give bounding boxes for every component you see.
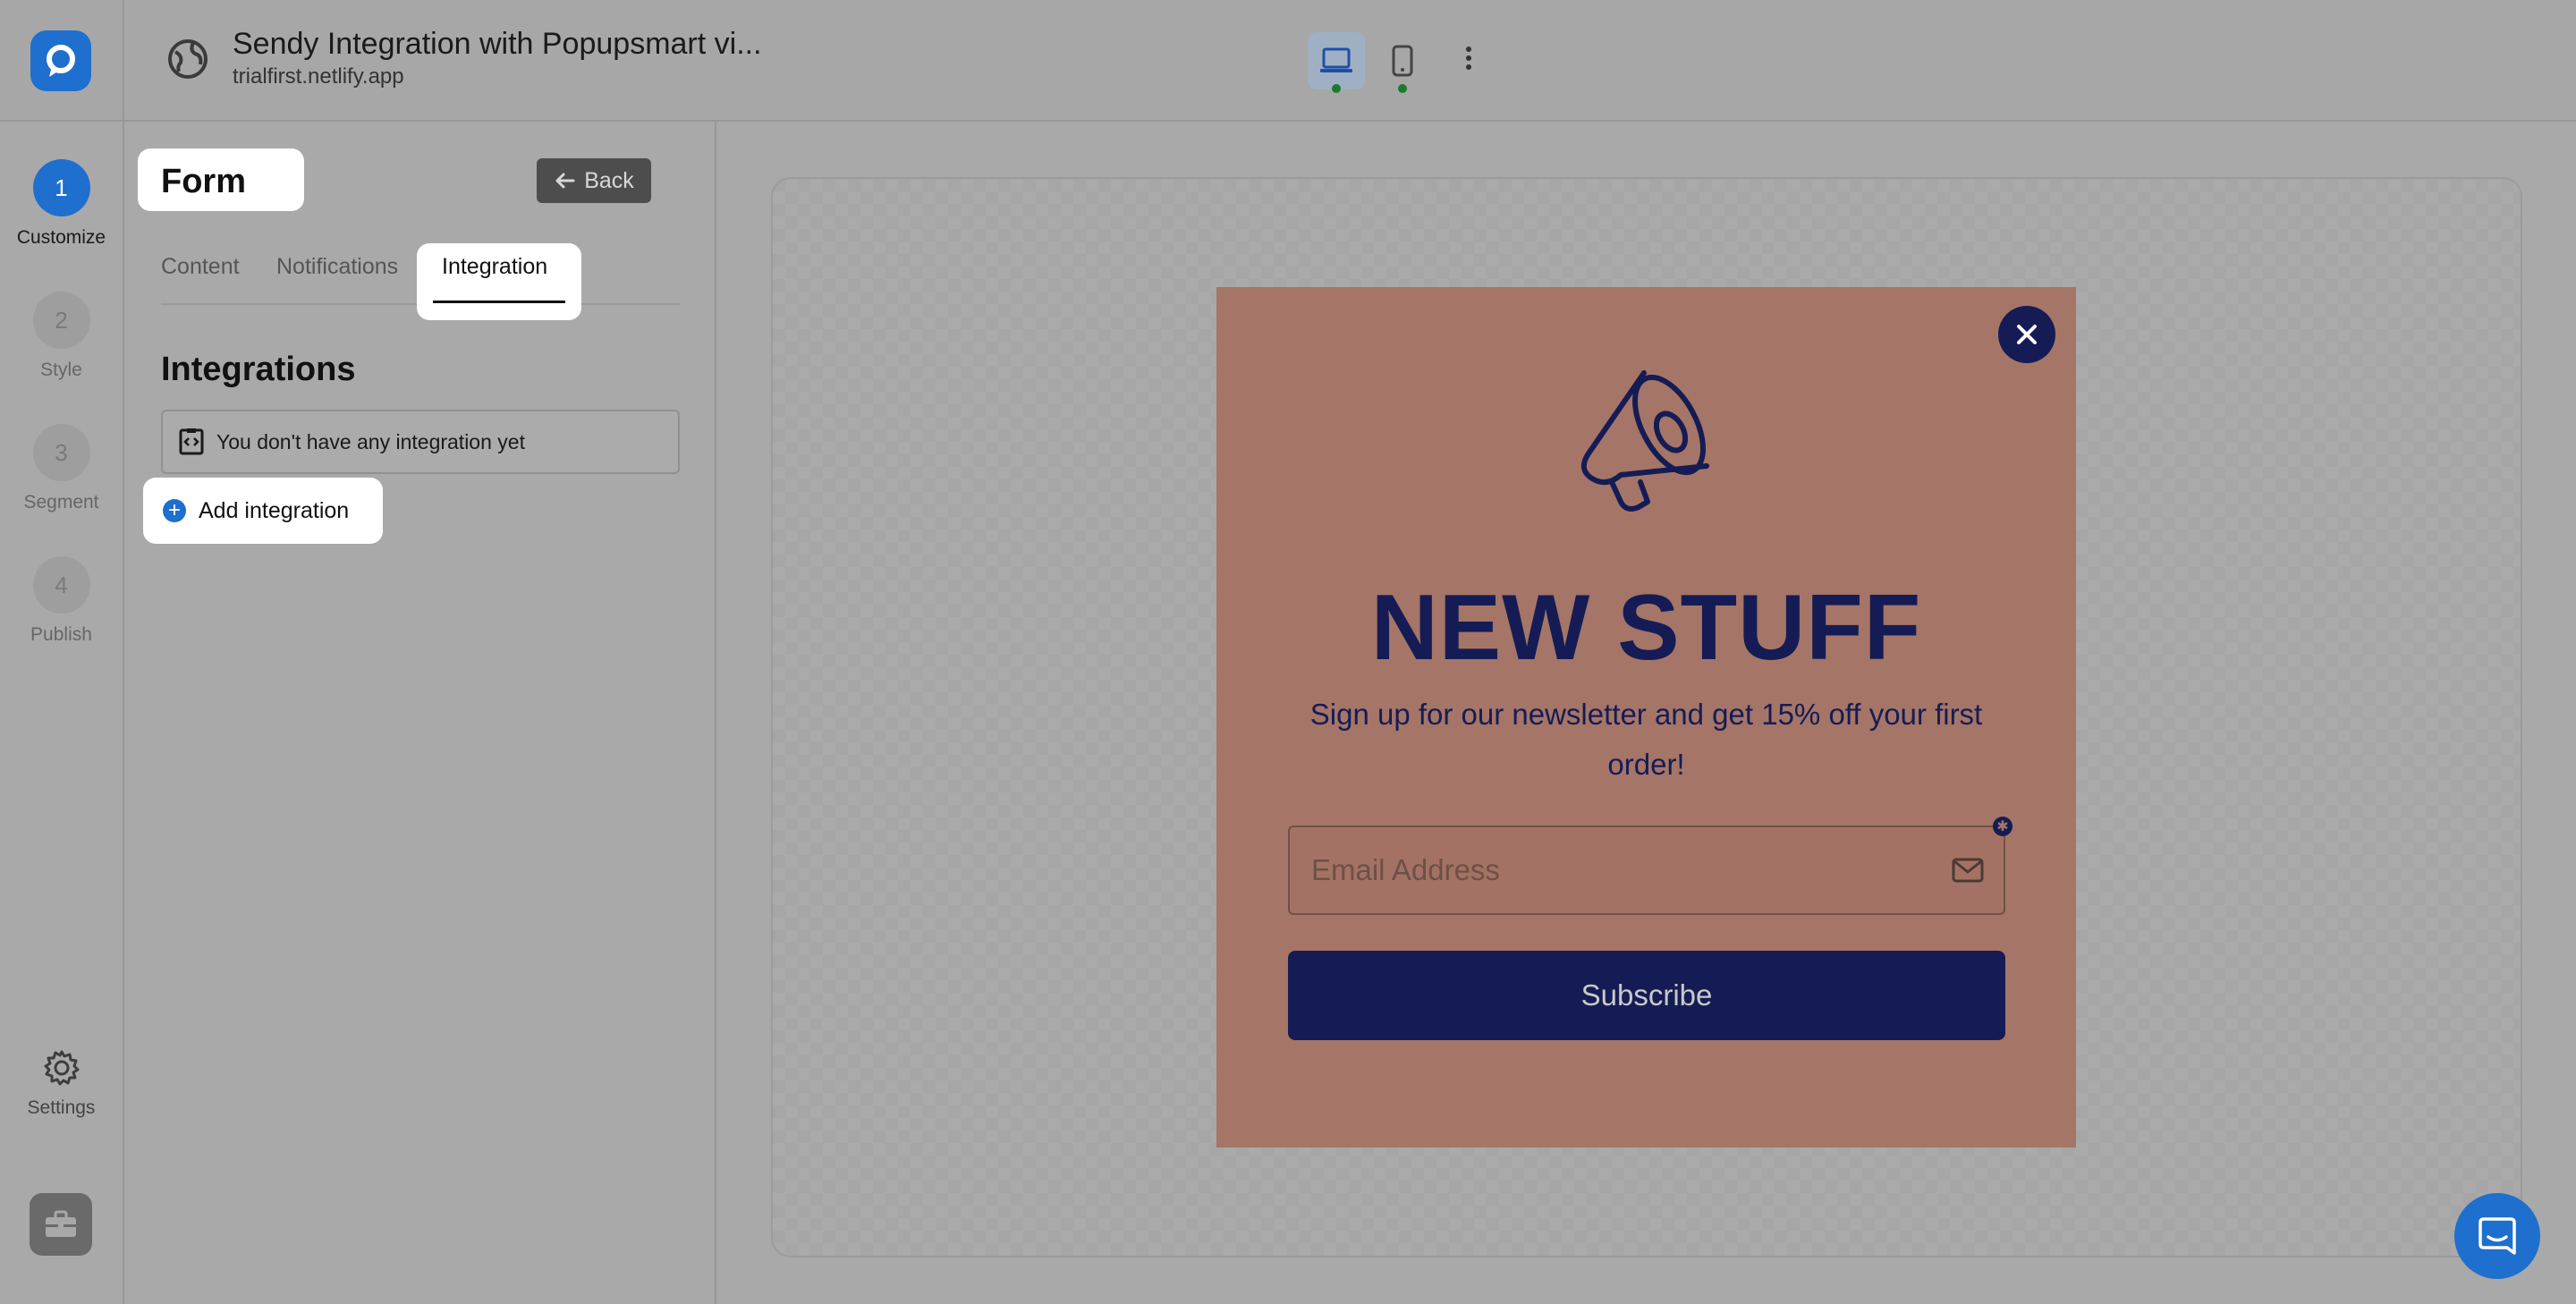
step-number: 3 [32, 424, 90, 481]
mobile-status-dot [1398, 84, 1407, 93]
empty-integrations-notice: You don't have any integration yet [161, 410, 680, 474]
globe-icon [166, 38, 209, 80]
step-number: 1 [32, 159, 90, 216]
page-url: trialfirst.netlify.app [233, 64, 404, 89]
step-label: Customize [16, 227, 106, 248]
logo-icon[interactable] [30, 30, 91, 91]
tab-notifications[interactable]: Notifications [276, 254, 398, 280]
more-vertical-icon[interactable] [1460, 43, 1478, 79]
tab-integration[interactable]: Integration [442, 254, 547, 280]
close-icon[interactable] [1998, 306, 2055, 363]
panel-divider [715, 122, 716, 1304]
top-bar: Sendy Integration with Popupsmart vi... … [0, 0, 2576, 122]
settings-button[interactable]: Settings [0, 1048, 123, 1119]
back-button[interactable]: Back [537, 158, 651, 203]
mobile-icon [1392, 45, 1413, 77]
page-title: Sendy Integration with Popupsmart vi... [233, 27, 762, 61]
step-label: Style [40, 360, 82, 380]
add-integration-label: Add integration [199, 497, 350, 523]
active-tab-underline [433, 301, 565, 303]
gear-icon [44, 1050, 79, 1086]
subscribe-button[interactable]: Subscribe [1288, 951, 2005, 1040]
briefcase-icon[interactable] [30, 1193, 92, 1256]
popup-subtext: Sign up for our newsletter and get 15% o… [1309, 698, 1983, 781]
step-publish[interactable]: 4 Publish [0, 556, 123, 646]
settings-label: Settings [27, 1097, 96, 1118]
step-style[interactable]: 2 Style [0, 292, 123, 381]
plus-icon: + [163, 499, 186, 522]
popup-headline: NEW STUFF [1370, 576, 1922, 680]
email-placeholder: Email Address [1311, 853, 1500, 886]
desktop-view-button[interactable] [1308, 32, 1365, 89]
step-customize[interactable]: 1 Customize [0, 159, 123, 249]
step-label: Publish [30, 624, 92, 645]
email-input[interactable]: Email Address [1288, 826, 2005, 915]
code-file-icon [179, 428, 204, 455]
megaphone-icon [1580, 370, 1709, 512]
step-segment[interactable]: 3 Segment [0, 424, 123, 513]
tab-content[interactable]: Content [161, 254, 240, 280]
popup-preview[interactable]: NEW STUFF Sign up for our newsletter and… [1216, 287, 2076, 1147]
empty-message: You don't have any integration yet [216, 429, 525, 453]
desktop-status-dot [1332, 84, 1341, 93]
required-marker: ✱ [1993, 817, 2012, 836]
step-number: 2 [32, 292, 90, 349]
add-integration-button[interactable]: + Add integration [143, 478, 383, 544]
rail-divider [123, 0, 124, 1304]
step-label: Segment [23, 492, 99, 512]
back-label: Back [584, 167, 634, 193]
arrow-left-icon [555, 173, 575, 189]
desktop-icon [1320, 47, 1352, 72]
step-number: 4 [32, 556, 90, 614]
integrations-heading: Integrations [161, 351, 356, 388]
panel-title: Form [138, 148, 304, 211]
mail-icon [1952, 858, 1984, 883]
mobile-view-button[interactable] [1374, 32, 1431, 89]
chat-icon[interactable] [2454, 1193, 2540, 1279]
